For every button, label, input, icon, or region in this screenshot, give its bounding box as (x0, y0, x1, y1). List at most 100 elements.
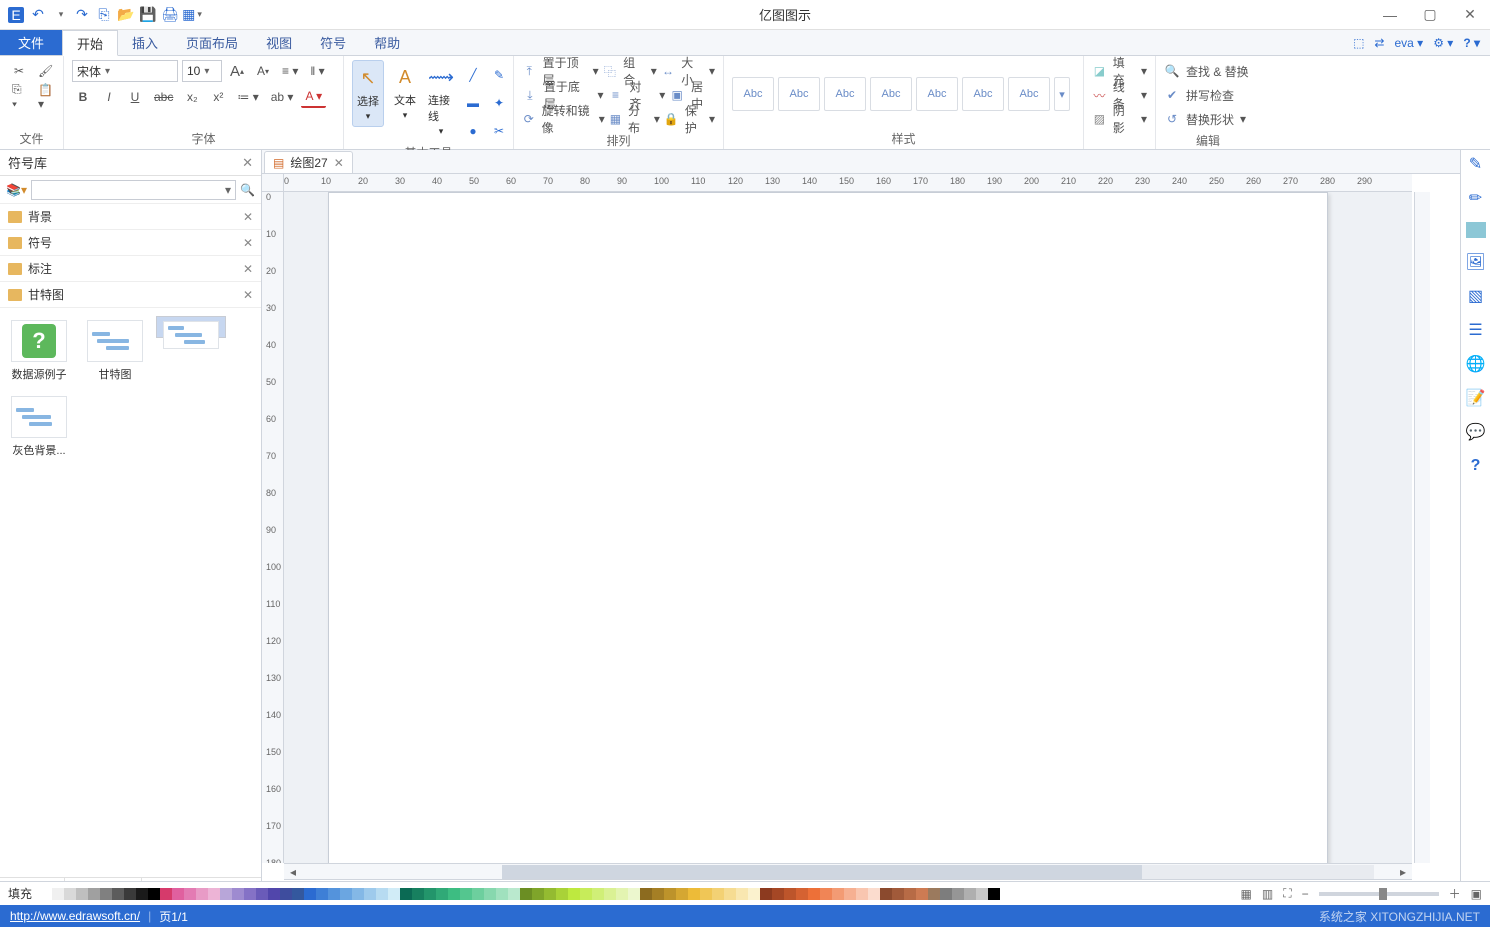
canvas-viewport[interactable] (284, 192, 1412, 863)
rotate-button[interactable]: ⟳旋转和镜像 ▾ (522, 108, 605, 130)
scroll-right-icon[interactable]: ▸ (1394, 865, 1412, 879)
thumb-white-bg-gantt[interactable]: 白背景甘... (156, 316, 226, 338)
tab-view[interactable]: 视图 (252, 30, 306, 55)
sidebar-cat-callout[interactable]: 标注✕ (0, 256, 261, 282)
style-4[interactable]: Abc (870, 77, 912, 111)
text-tool[interactable]: A文本▾ (390, 60, 420, 125)
thumb-grey-bg[interactable]: 灰色背景... (4, 392, 74, 462)
font-shrink-icon[interactable]: A▾ (252, 60, 274, 82)
new-icon[interactable]: ⎘ (96, 7, 112, 23)
crop-icon[interactable]: ✂ (488, 120, 510, 142)
user-menu[interactable]: eva ▾ (1394, 36, 1423, 50)
layer-icon[interactable]: ▧ (1466, 286, 1486, 306)
layout-icon[interactable]: ▦ (184, 7, 200, 23)
style-6[interactable]: Abc (962, 77, 1004, 111)
tab-home[interactable]: 开始 (62, 30, 118, 56)
sidebar-cat-symbols[interactable]: 符号✕ (0, 230, 261, 256)
find-replace-button[interactable]: 🔍查找 & 替换 (1164, 60, 1249, 82)
help-icon[interactable]: ? ▾ (1463, 36, 1480, 50)
subscript-button[interactable]: x₂ (181, 86, 203, 108)
tab-insert[interactable]: 插入 (118, 30, 172, 55)
comment-icon[interactable]: 💬 (1466, 422, 1486, 442)
tab-file[interactable]: 文件 (0, 30, 62, 55)
strike-button[interactable]: abc (150, 86, 177, 108)
tab-page-layout[interactable]: 页面布局 (172, 30, 252, 55)
copy-icon[interactable]: ⎘ ▾ (8, 86, 30, 108)
close-icon[interactable]: ✕ (243, 262, 253, 276)
style-7[interactable]: Abc (1008, 77, 1050, 111)
line-shape-icon[interactable]: ╱ (462, 64, 484, 86)
style-2[interactable]: Abc (778, 77, 820, 111)
app-icon[interactable]: E (8, 7, 24, 23)
format-painter-icon[interactable]: 🖌 (34, 60, 57, 82)
align-icon[interactable]: ≡ ▾ (278, 60, 302, 82)
canvas-page[interactable] (328, 192, 1328, 863)
style-5[interactable]: Abc (916, 77, 958, 111)
doc-tab-close-icon[interactable]: ✕ (334, 156, 344, 170)
shape-anchor-icon[interactable]: ✦ (488, 92, 510, 114)
globe-icon[interactable]: 🌐 (1466, 354, 1486, 374)
zoom-slider[interactable] (1319, 892, 1439, 896)
zoom-fit-icon[interactable]: ▣ (1471, 887, 1482, 901)
text-panel-icon[interactable]: ☰ (1466, 320, 1486, 340)
open-icon[interactable]: 📂 (118, 7, 134, 23)
sidebar-cat-gantt[interactable]: 甘特图✕ (0, 282, 261, 308)
eyedropper-icon[interactable]: ✎ (1466, 154, 1486, 174)
close-icon[interactable]: ✕ (243, 288, 253, 302)
zoom-in-icon[interactable]: ＋ (1449, 885, 1461, 902)
scroll-left-icon[interactable]: ◂ (284, 865, 302, 879)
pen-icon[interactable]: ✏ (1466, 188, 1486, 208)
font-color-icon[interactable]: A ▾ (301, 86, 326, 108)
close-button[interactable]: ✕ (1450, 0, 1490, 30)
footer-url[interactable]: http://www.edrawsoft.cn/ (10, 909, 140, 923)
paste-icon[interactable]: 📋 ▾ (34, 86, 57, 108)
tab-symbols[interactable]: 符号 (306, 30, 360, 55)
maximize-button[interactable]: ▢ (1410, 0, 1450, 30)
font-name-select[interactable]: 宋体▾ (72, 60, 178, 82)
protect-button[interactable]: 🔒保护 ▾ (664, 108, 715, 130)
style-gallery[interactable]: Abc Abc Abc Abc Abc Abc Abc ▾ (732, 77, 1070, 111)
view-normal-icon[interactable]: ▦ (1241, 887, 1252, 901)
sidebar-search-input[interactable]: ▾ (31, 180, 236, 200)
thumb-gantt[interactable]: 甘特图 (80, 316, 150, 386)
italic-button[interactable]: I (98, 86, 120, 108)
select-tool[interactable]: ↖选择▾ (352, 60, 384, 127)
undo-dropdown[interactable] (52, 7, 68, 23)
connector-tool[interactable]: ⟿连接线▾ (426, 60, 456, 141)
distribute-button[interactable]: ▦分布 ▾ (609, 108, 660, 130)
pencil-icon[interactable]: ✎ (488, 64, 510, 86)
color-swatch-icon[interactable] (1466, 222, 1486, 238)
rect-shape-icon[interactable]: ▬ (462, 92, 484, 114)
document-tab[interactable]: ▤ 绘图27 ✕ (264, 151, 353, 173)
sidebar-search-icon[interactable]: 🔍 (240, 183, 255, 197)
font-size-select[interactable]: 10▾ (182, 60, 222, 82)
cut-icon[interactable]: ✂ (8, 60, 30, 82)
export-icon[interactable]: ⬚ (1353, 36, 1364, 50)
scrollbar-horizontal[interactable]: ◂ ▸ (284, 863, 1412, 879)
style-more[interactable]: ▾ (1054, 77, 1070, 111)
highlight-icon[interactable]: ab ▾ (267, 86, 298, 108)
sidebar-cat-background[interactable]: 背景✕ (0, 204, 261, 230)
shadow-button[interactable]: ▨阴影 ▾ (1092, 108, 1147, 130)
tab-help[interactable]: 帮助 (360, 30, 414, 55)
redo-icon[interactable]: ↷ (74, 7, 90, 23)
underline-button[interactable]: U (124, 86, 146, 108)
view-full-icon[interactable]: ⛶ (1283, 886, 1291, 901)
bold-button[interactable]: B (72, 86, 94, 108)
share-icon[interactable]: ⇄ (1374, 36, 1384, 50)
print-icon[interactable]: 🖨 (162, 7, 178, 23)
save-icon[interactable]: 💾 (140, 7, 156, 23)
view-outline-icon[interactable]: ▥ (1262, 887, 1273, 901)
picture-icon[interactable]: 🖼 (1466, 252, 1486, 272)
scrollbar-vertical[interactable] (1414, 192, 1430, 863)
bullets-icon[interactable]: ≔ ▾ (233, 86, 262, 108)
swap-shape-button[interactable]: ↺替换形状 ▾ (1164, 108, 1249, 130)
font-grow-icon[interactable]: A▴ (226, 60, 248, 82)
zoom-out-icon[interactable]: − (1302, 887, 1309, 901)
help-panel-icon[interactable]: ? (1466, 456, 1486, 476)
color-swatches[interactable] (40, 888, 1000, 900)
line-spacing-icon[interactable]: ‖ ▾ (306, 60, 328, 82)
style-3[interactable]: Abc (824, 77, 866, 111)
minimize-button[interactable]: — (1370, 0, 1410, 30)
style-1[interactable]: Abc (732, 77, 774, 111)
